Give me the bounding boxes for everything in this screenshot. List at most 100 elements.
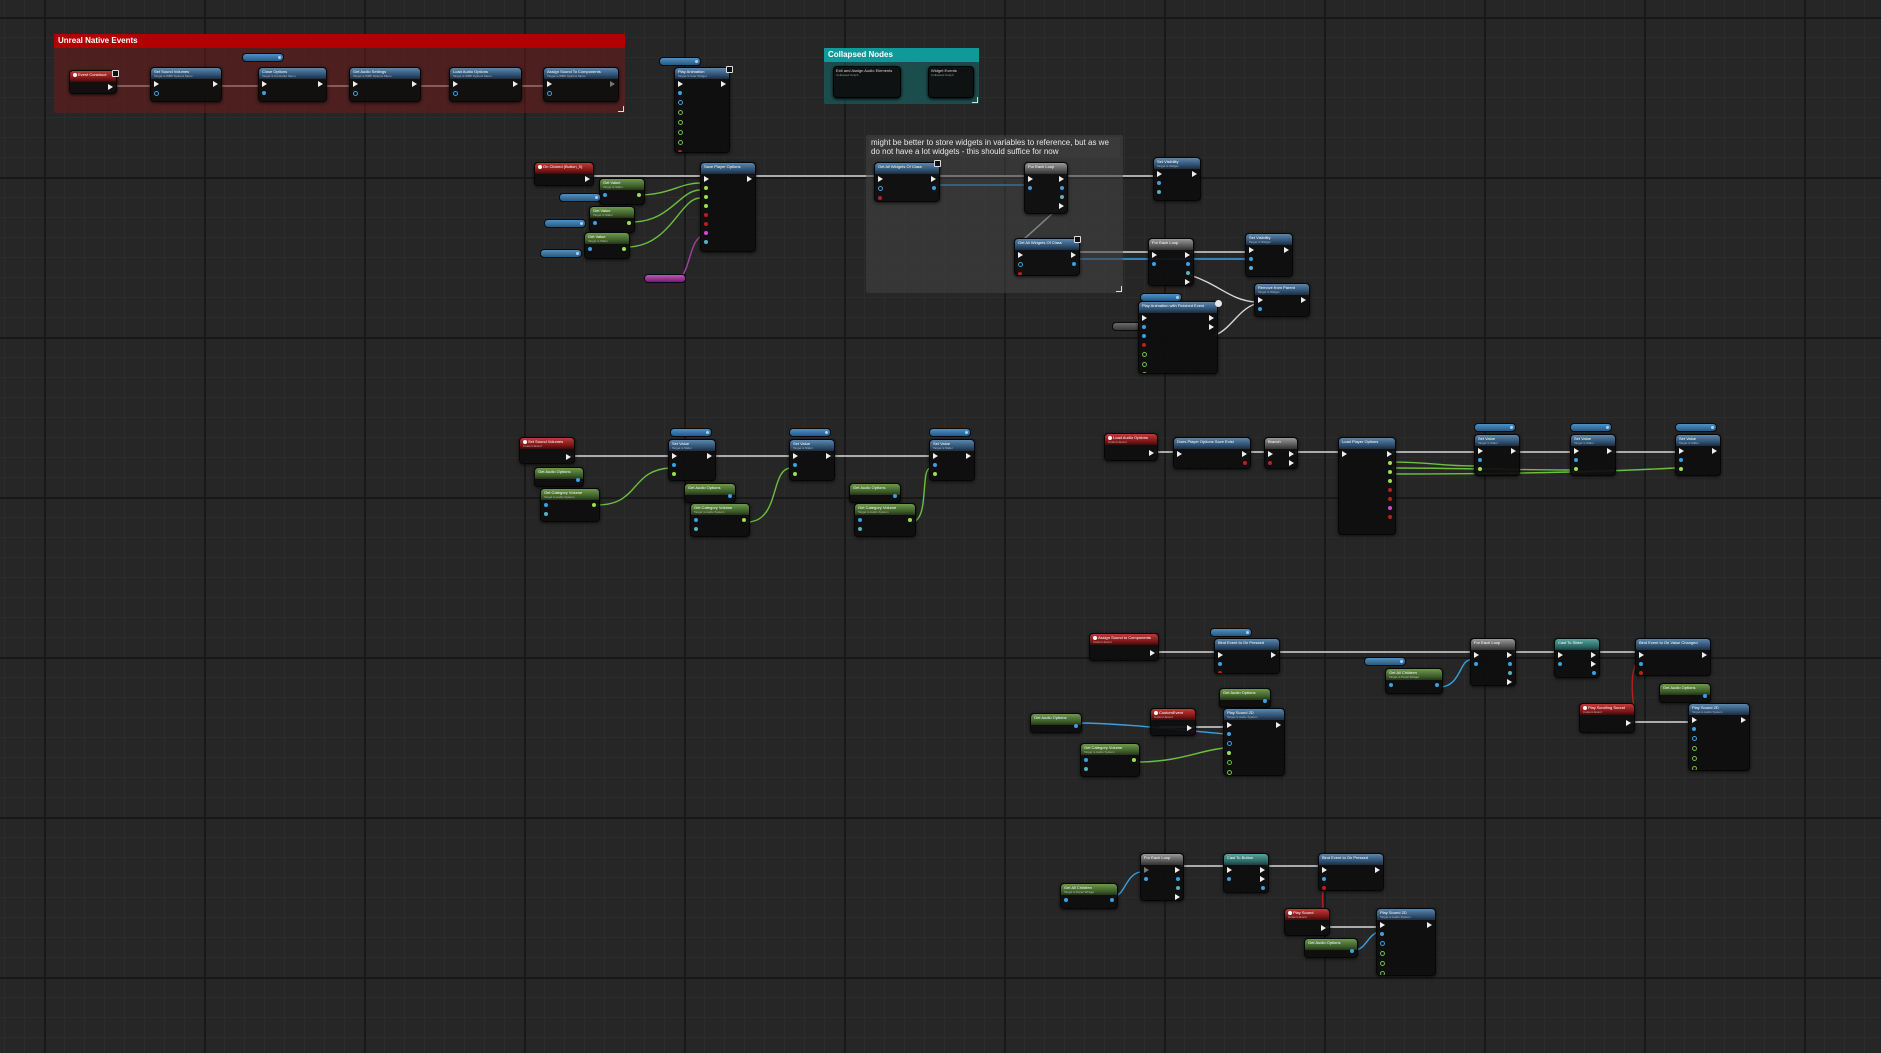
exec-out-pin[interactable] — [931, 176, 936, 182]
node-get-all-widgets-of-class[interactable]: Get All Widgets Of Class — [1014, 238, 1080, 276]
in-visibility-pin[interactable] — [1157, 190, 1161, 194]
speed-pin[interactable] — [678, 140, 683, 145]
exec-in-pin[interactable] — [1322, 867, 1327, 873]
target-pin[interactable] — [1157, 181, 1161, 185]
node-get-audio-options[interactable]: Get Audio Options — [1659, 683, 1711, 703]
world-context-pin[interactable] — [878, 186, 883, 191]
animation-pin[interactable] — [1142, 334, 1146, 338]
found-widgets-pin[interactable] — [1072, 262, 1076, 266]
node-for-each-loop[interactable]: For Each Loop — [1024, 162, 1068, 214]
in-value-pin[interactable] — [672, 472, 676, 476]
loop-body-pin[interactable] — [1507, 652, 1512, 658]
node-get-value[interactable]: Get Value Target is Slider — [599, 178, 645, 205]
exec-in-pin[interactable] — [547, 81, 552, 87]
category-pin[interactable] — [694, 527, 698, 531]
exec-out-pin[interactable] — [1712, 448, 1717, 454]
target-pin[interactable] — [678, 91, 682, 95]
exec-out-pin[interactable] — [513, 81, 518, 87]
target-pin[interactable] — [593, 221, 597, 225]
node-get-audio-settings[interactable]: Get Audio Settings Target is WBP Options … — [349, 67, 421, 102]
bool-pin[interactable] — [1388, 497, 1392, 501]
event-pin[interactable] — [1218, 671, 1222, 673]
return-value-pin[interactable] — [742, 518, 746, 522]
exec-in-pin[interactable] — [793, 453, 798, 459]
node-assign-sound-event[interactable]: Assign Sound to Components Custom Event — [1089, 633, 1159, 661]
collapsed-node-widget-events[interactable]: Widget Events Collapsed Graph — [928, 66, 974, 98]
node-for-each-loop[interactable]: For Each Loop — [1140, 853, 1184, 901]
node-get-audio-options[interactable]: Get Audio Options — [1219, 688, 1271, 708]
exec-in-pin[interactable] — [1478, 448, 1483, 454]
node-play-sound-2d[interactable]: Play Sound 2D Target is Audio System — [1376, 908, 1436, 976]
return-value-pin[interactable] — [728, 494, 732, 498]
music-volume-pin[interactable] — [1388, 470, 1392, 474]
exec-out-pin[interactable] — [1260, 867, 1265, 873]
exec-out-pin[interactable] — [1591, 652, 1596, 658]
event-pin[interactable] — [1639, 671, 1643, 675]
node-get-category-volume[interactable]: Get Category Volume Target is Audio Syste… — [540, 488, 600, 522]
node-custom-event[interactable]: CustomEvent Custom Event — [1150, 708, 1196, 736]
array-element-pin[interactable] — [1186, 262, 1190, 266]
object-pin[interactable] — [1227, 877, 1231, 881]
bool-pin[interactable] — [1388, 488, 1392, 492]
exec-in-pin[interactable] — [1142, 315, 1147, 321]
exec-in-pin[interactable] — [1268, 451, 1273, 457]
completed-pin[interactable] — [1175, 894, 1180, 900]
cast-failed-pin[interactable] — [1591, 661, 1596, 667]
resize-handle[interactable] — [618, 106, 624, 112]
target-pin[interactable] — [544, 503, 548, 507]
array-index-pin[interactable] — [1186, 271, 1190, 275]
volume-pin[interactable] — [1380, 951, 1385, 956]
target-pin[interactable] — [603, 193, 607, 197]
target-pin[interactable] — [1574, 458, 1578, 462]
exec-out-pin[interactable] — [1284, 247, 1289, 253]
node-set-value[interactable]: Set Value Target is Slider — [1570, 434, 1616, 476]
node-set-sound-volumes-event[interactable]: Set Sound Volumes Custom Event — [519, 437, 575, 464]
in-value-pin[interactable] — [1574, 467, 1578, 471]
exec-in-pin[interactable] — [262, 81, 267, 87]
comment-widgets-note[interactable]: might be better to store widgets in vari… — [866, 135, 1123, 293]
array-pin[interactable] — [1028, 186, 1032, 190]
node-get-all-children[interactable]: Get All Children Target is Panel Widget — [1060, 883, 1118, 909]
target-pin[interactable] — [547, 91, 552, 96]
exec-out-pin[interactable] — [1702, 652, 1707, 658]
pitch-pin[interactable] — [1227, 760, 1232, 765]
return-value-pin[interactable] — [622, 247, 626, 251]
exec-in-pin[interactable] — [1177, 451, 1182, 457]
in-visibility-pin[interactable] — [1249, 266, 1253, 270]
exec-in-pin[interactable] — [1558, 652, 1563, 658]
return-value-pin[interactable] — [1132, 758, 1136, 762]
node-set-value[interactable]: Set Value Target is Slider — [789, 439, 835, 481]
exec-in-pin[interactable] — [453, 81, 458, 87]
return-value-pin[interactable] — [576, 478, 580, 482]
object-pin[interactable] — [1558, 662, 1562, 666]
node-on-clicked-button[interactable]: On Clicked (Button_0) — [534, 162, 594, 186]
variable-getter[interactable] — [1675, 423, 1717, 432]
return-value-pin[interactable] — [908, 518, 912, 522]
volume-pin[interactable] — [1692, 746, 1697, 751]
node-get-audio-options[interactable]: Get Audio Options — [684, 483, 736, 503]
exec-out-pin[interactable] — [1301, 297, 1306, 303]
exec-out-pin[interactable] — [1375, 867, 1380, 873]
target-pin[interactable] — [1227, 732, 1231, 736]
node-play-animation-with-finished-event[interactable]: Play Animation with Finished Event — [1138, 301, 1218, 374]
found-widgets-pin[interactable] — [932, 186, 936, 190]
target-pin[interactable] — [933, 463, 937, 467]
variable-getter[interactable] — [670, 428, 712, 437]
start-time-pin[interactable] — [1142, 352, 1147, 357]
node-get-audio-options[interactable]: Get Audio Options — [849, 483, 901, 503]
struct-pin[interactable] — [1388, 506, 1392, 510]
exec-out-pin[interactable] — [585, 176, 590, 182]
target-pin[interactable] — [453, 91, 458, 96]
node-set-value[interactable]: Set Value Target is Slider — [668, 439, 716, 481]
music-volume-pin[interactable] — [704, 195, 708, 199]
animation-pin[interactable] — [678, 100, 683, 105]
exec-in-pin[interactable] — [1227, 722, 1232, 728]
target-pin[interactable] — [1679, 458, 1683, 462]
sound-pin[interactable] — [1380, 941, 1385, 946]
node-get-value[interactable]: Get Value Target is Slider — [589, 206, 635, 233]
target-pin[interactable] — [1322, 877, 1326, 881]
exec-in-pin[interactable] — [1227, 867, 1232, 873]
exec-out-pin[interactable] — [1511, 448, 1516, 454]
return-value-pin[interactable] — [627, 221, 631, 225]
exec-out-pin[interactable] — [1187, 725, 1192, 731]
